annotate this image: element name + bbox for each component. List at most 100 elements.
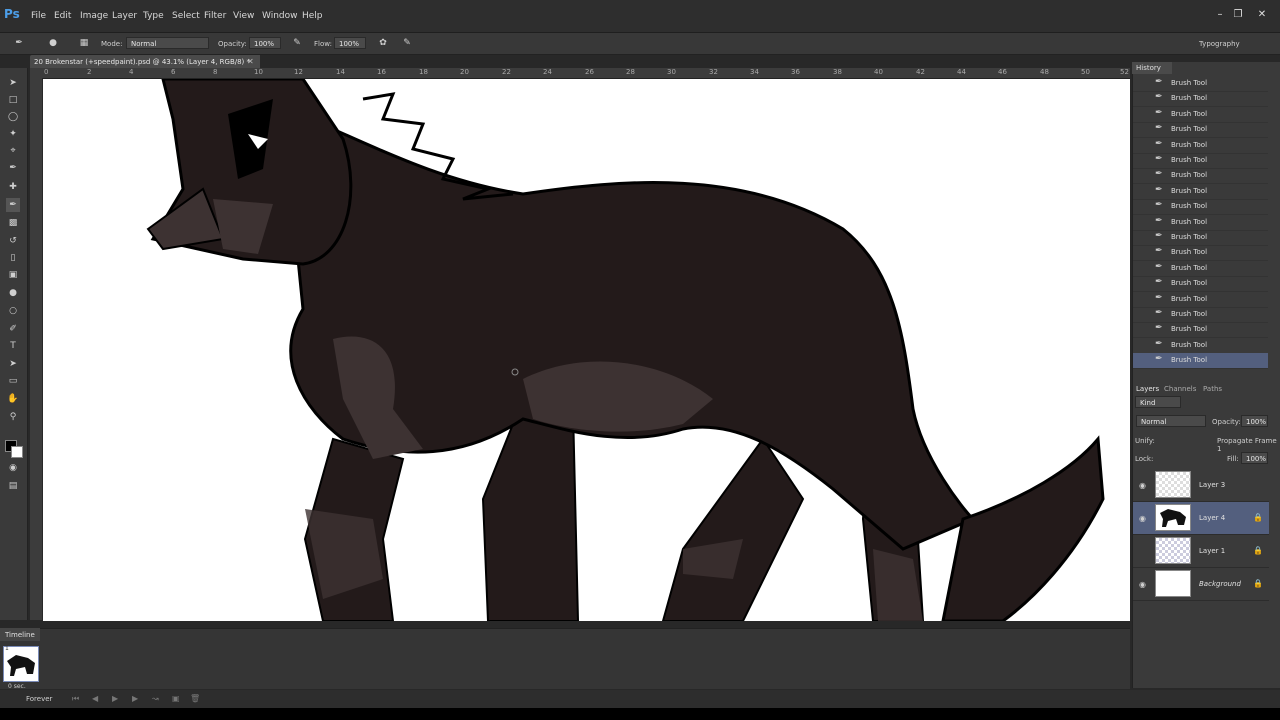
- menu-layer[interactable]: Layer: [112, 11, 137, 21]
- restore-icon[interactable]: ❐: [1231, 9, 1245, 21]
- background-color-swatch[interactable]: [11, 446, 23, 458]
- history-item[interactable]: ✒ Brush Tool: [1133, 76, 1268, 92]
- menu-help[interactable]: Help: [302, 11, 323, 21]
- layer-row[interactable]: ◉ Layer 3: [1133, 469, 1269, 502]
- opacity-input[interactable]: 100%: [249, 37, 281, 49]
- eye-icon[interactable]: ◉: [1139, 514, 1146, 523]
- eye-icon[interactable]: ◉: [1139, 481, 1146, 490]
- ruler-tick: 24: [543, 68, 552, 76]
- menu-file[interactable]: File: [31, 11, 46, 21]
- hand-tool-icon[interactable]: ✋: [6, 392, 20, 406]
- quick-select-tool-icon[interactable]: ✦: [6, 127, 20, 141]
- brush-preset-icon[interactable]: ✒: [12, 37, 26, 50]
- history-item[interactable]: ✒ Brush Tool: [1133, 230, 1268, 246]
- duplicate-frame-icon[interactable]: ▣: [172, 694, 180, 703]
- type-tool-icon[interactable]: T: [6, 339, 20, 353]
- pressure-opacity-icon[interactable]: ✎: [290, 37, 304, 50]
- menu-image[interactable]: Image: [80, 11, 108, 21]
- ruler-tick: 42: [916, 68, 925, 76]
- tab-paths[interactable]: Paths: [1203, 385, 1222, 393]
- brush-tool-icon[interactable]: ✒: [6, 198, 20, 212]
- history-item[interactable]: ✒ Brush Tool: [1133, 107, 1268, 123]
- pen-tool-icon[interactable]: ✐: [6, 322, 20, 336]
- move-tool-icon[interactable]: ➤: [6, 76, 20, 90]
- menu-edit[interactable]: Edit: [54, 11, 71, 21]
- brush-panel-icon[interactable]: ▦: [77, 37, 91, 50]
- layer-row[interactable]: ◉ Background 🔒: [1133, 568, 1269, 601]
- quick-mask-icon[interactable]: ◉: [6, 461, 20, 475]
- shape-tool-icon[interactable]: ▭: [6, 374, 20, 388]
- history-item[interactable]: ✒ Brush Tool: [1133, 91, 1268, 108]
- blur-tool-icon[interactable]: ●: [6, 286, 20, 300]
- fill-input[interactable]: 100%: [1241, 452, 1268, 464]
- screen-mode-icon[interactable]: ▤: [6, 479, 20, 493]
- zoom-tool-icon[interactable]: ⚲: [6, 410, 20, 424]
- opacity-label: Opacity:: [218, 40, 247, 48]
- tab-channels[interactable]: Channels: [1164, 385, 1196, 393]
- tween-icon[interactable]: ↝: [152, 694, 159, 703]
- history-item[interactable]: ✒ Brush Tool: [1133, 322, 1268, 339]
- history-tab[interactable]: History: [1132, 62, 1172, 74]
- close-icon[interactable]: ✕: [1255, 9, 1269, 21]
- dodge-tool-icon[interactable]: ○: [6, 304, 20, 318]
- history-item[interactable]: ✒ Brush Tool: [1133, 168, 1268, 185]
- layer-opacity-label: Opacity:: [1212, 418, 1241, 426]
- path-select-tool-icon[interactable]: ➤: [6, 357, 20, 371]
- tab-layers[interactable]: Layers: [1136, 385, 1159, 393]
- frame-number: 1: [5, 645, 9, 652]
- history-item[interactable]: ✒ Brush Tool: [1133, 338, 1268, 354]
- healing-tool-icon[interactable]: ✚: [6, 180, 20, 194]
- delete-frame-icon[interactable]: 🗑: [190, 694, 200, 703]
- history-item[interactable]: ✒ Brush Tool: [1133, 184, 1268, 200]
- history-item[interactable]: ✒ Brush Tool: [1133, 261, 1268, 277]
- layer-kind-filter[interactable]: Kind: [1135, 396, 1181, 408]
- close-icon[interactable]: ✕: [247, 57, 254, 66]
- eraser-tool-icon[interactable]: ▯: [6, 251, 20, 265]
- history-item[interactable]: ✒ Brush Tool: [1133, 153, 1268, 169]
- pressure-size-icon[interactable]: ✎: [400, 37, 414, 50]
- layer-row[interactable]: ◉ Layer 4 🔒: [1133, 502, 1269, 535]
- history-item[interactable]: ✒ Brush Tool: [1133, 307, 1268, 323]
- menu-select[interactable]: Select: [172, 11, 200, 21]
- history-item[interactable]: ✒ Brush Tool: [1133, 292, 1268, 308]
- history-item[interactable]: ✒ Brush Tool: [1133, 138, 1268, 154]
- brush-icon: ✒: [1155, 308, 1163, 318]
- menu-view[interactable]: View: [233, 11, 254, 21]
- history-item[interactable]: ✒ Brush Tool: [1133, 122, 1268, 139]
- menu-filter[interactable]: Filter: [204, 11, 226, 21]
- workspace-select[interactable]: Typography: [1199, 40, 1240, 48]
- document-canvas[interactable]: [43, 79, 1130, 621]
- history-item[interactable]: ✒ Brush Tool: [1133, 215, 1268, 231]
- first-frame-icon[interactable]: ⏮: [72, 694, 79, 704]
- next-frame-icon[interactable]: ▶: [132, 694, 138, 703]
- menu-type[interactable]: Type: [143, 11, 164, 21]
- mode-select[interactable]: Normal: [126, 37, 209, 49]
- history-item[interactable]: ✒ Brush Tool: [1133, 276, 1268, 293]
- marquee-tool-icon[interactable]: □: [6, 93, 20, 107]
- previous-frame-icon[interactable]: ◀: [92, 694, 98, 703]
- history-brush-tool-icon[interactable]: ↺: [6, 234, 20, 248]
- crop-tool-icon[interactable]: ⌖: [6, 144, 20, 158]
- menu-window[interactable]: Window: [262, 11, 298, 21]
- flow-input[interactable]: 100%: [334, 37, 366, 49]
- eye-icon[interactable]: ◉: [1139, 580, 1146, 589]
- play-icon[interactable]: ▶: [112, 694, 118, 703]
- timeline-tab[interactable]: Timeline: [0, 628, 40, 641]
- ruler-tick: 44: [957, 68, 966, 76]
- eyedropper-tool-icon[interactable]: ✒: [6, 161, 20, 175]
- loop-options-select[interactable]: Forever: [26, 695, 52, 703]
- airbrush-icon[interactable]: ✿: [376, 37, 390, 50]
- lasso-tool-icon[interactable]: ◯: [6, 110, 20, 124]
- history-item[interactable]: ✒ Brush Tool: [1133, 199, 1268, 216]
- gradient-tool-icon[interactable]: ▣: [6, 268, 20, 282]
- layer-row[interactable]: Layer 1 🔒: [1133, 535, 1269, 568]
- layer-opacity-input[interactable]: 100%: [1241, 415, 1268, 427]
- history-item[interactable]: ✒ Brush Tool: [1133, 353, 1268, 370]
- brush-size-picker-icon[interactable]: ●: [46, 37, 60, 50]
- blend-mode-select[interactable]: Normal: [1136, 415, 1206, 427]
- propagate-frame-checkbox[interactable]: Propagate Frame 1: [1217, 437, 1280, 453]
- clone-stamp-tool-icon[interactable]: ▩: [6, 216, 20, 230]
- history-item[interactable]: ✒ Brush Tool: [1133, 245, 1268, 262]
- minimize-icon[interactable]: –: [1213, 9, 1227, 21]
- frame-delay[interactable]: 0 sec.: [8, 683, 26, 690]
